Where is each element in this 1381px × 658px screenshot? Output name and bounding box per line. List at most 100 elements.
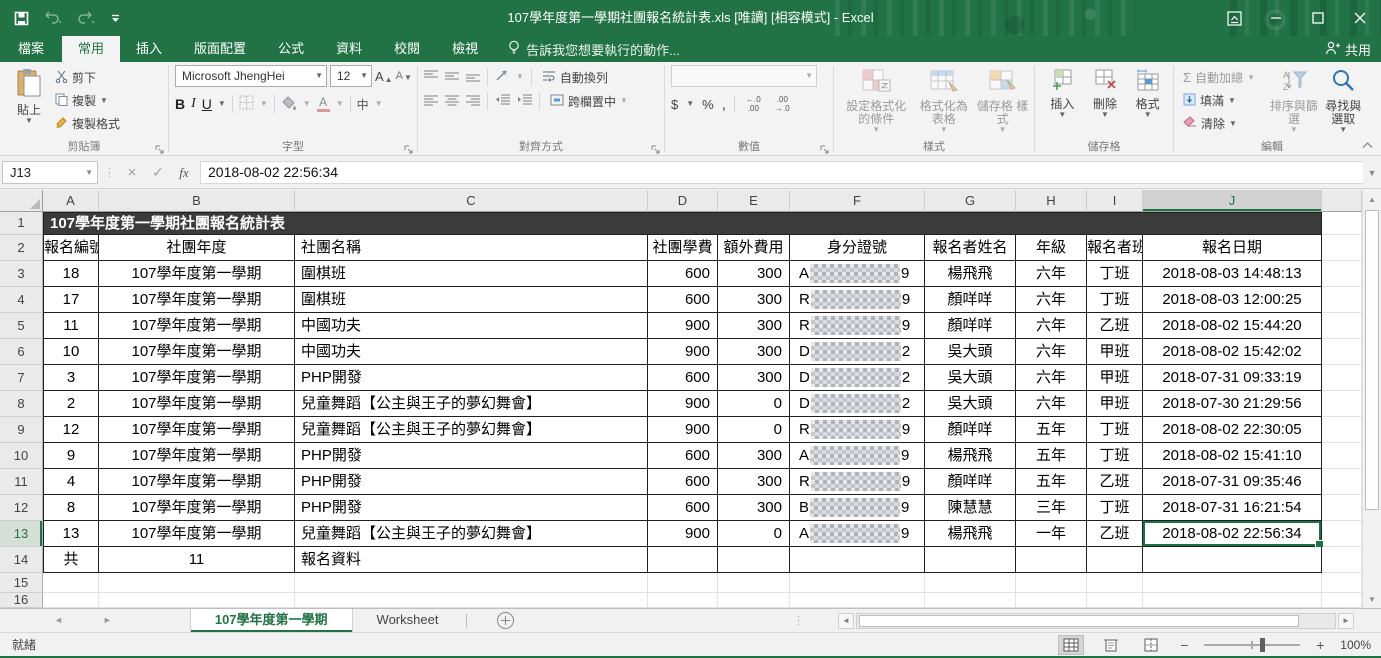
col-header-B[interactable]: B [99, 190, 295, 212]
cell-J2[interactable]: 報名日期 [1143, 235, 1322, 261]
number-dialog-launcher[interactable] [820, 142, 831, 153]
cell-C13[interactable]: 兒童舞蹈【公主與王子的夢幻舞會】 [295, 521, 648, 547]
row-header-2[interactable]: 2 [0, 235, 43, 261]
cell-I6[interactable]: 甲班 [1087, 339, 1143, 365]
cell-E12[interactable]: 300 [718, 495, 790, 521]
merge-center-button[interactable]: 跨欄置中 ▼ [547, 91, 631, 112]
percent-format-button[interactable]: % [702, 97, 714, 112]
row-header-16[interactable]: 16 [0, 593, 43, 608]
align-right-icon[interactable] [466, 93, 480, 109]
cell-H12[interactable]: 三年 [1016, 495, 1087, 521]
save-icon[interactable] [14, 11, 29, 26]
cell-B4[interactable]: 107學年度第一學期 [99, 287, 295, 313]
conditional-formatting-button[interactable]: 設定格式化 的條件 ▼ [840, 65, 912, 139]
cell-J11[interactable]: 2018-07-31 09:35:46 [1143, 469, 1322, 495]
select-all-corner[interactable] [0, 190, 43, 212]
cell-F8[interactable]: D2 [790, 391, 925, 417]
cell-J12[interactable]: 2018-07-31 16:21:54 [1143, 495, 1322, 521]
cell-B12[interactable]: 107學年度第一學期 [99, 495, 295, 521]
undo-icon[interactable] [43, 11, 63, 25]
cell-H10[interactable]: 五年 [1016, 443, 1087, 469]
tell-me-box[interactable]: 告訴我您想要執行的動作... [508, 36, 680, 62]
tab-formulas[interactable]: 公式 [262, 36, 320, 62]
col-header-C[interactable]: C [295, 190, 648, 212]
cell-A12[interactable]: 8 [43, 495, 99, 521]
cell-J4[interactable]: 2018-08-03 12:00:25 [1143, 287, 1322, 313]
col-header-H[interactable]: H [1016, 190, 1087, 212]
cell-B6[interactable]: 107學年度第一學期 [99, 339, 295, 365]
enter-entry-icon[interactable]: ✓ [146, 164, 170, 181]
paste-button[interactable]: 貼上 ▼ [6, 65, 52, 139]
tab-file[interactable]: 檔案 [0, 36, 62, 62]
cell-A15[interactable] [43, 573, 99, 593]
increase-indent-icon[interactable] [517, 93, 532, 109]
cell-I5[interactable]: 乙班 [1087, 313, 1143, 339]
minimize-icon[interactable] [1255, 0, 1297, 36]
maximize-icon[interactable] [1297, 0, 1339, 36]
cell-J16[interactable] [1143, 593, 1322, 608]
horizontal-scrollbar[interactable] [856, 613, 1336, 629]
scroll-down-icon[interactable]: ▼ [1363, 590, 1381, 608]
row-header-14[interactable]: 14 [0, 547, 43, 573]
cell-F15[interactable] [790, 573, 925, 593]
close-icon[interactable] [1339, 0, 1381, 36]
cell-F9[interactable]: R9 [790, 417, 925, 443]
font-name-combo[interactable]: Microsoft JhengHei ▼ [175, 65, 327, 87]
cell-G6[interactable]: 吳大頭 [925, 339, 1016, 365]
share-button[interactable]: 共用 [1325, 40, 1371, 59]
cell-D7[interactable]: 600 [648, 365, 718, 391]
dropdown-arrow-icon[interactable]: ▼ [686, 100, 694, 108]
zoom-level[interactable]: 100% [1340, 638, 1371, 652]
cell-H5[interactable]: 六年 [1016, 313, 1087, 339]
cell-C10[interactable]: PHP開發 [295, 443, 648, 469]
row-header-10[interactable]: 10 [0, 443, 43, 469]
new-sheet-icon[interactable] [497, 612, 514, 629]
cell-F5[interactable]: R9 [790, 313, 925, 339]
cancel-entry-icon[interactable]: × [120, 164, 144, 181]
cell-E6[interactable]: 300 [718, 339, 790, 365]
page-layout-view-icon[interactable] [1098, 635, 1124, 655]
cell-H6[interactable]: 六年 [1016, 339, 1087, 365]
cell-E14[interactable] [718, 547, 790, 573]
fill-color-icon[interactable] [281, 96, 297, 113]
row-header-4[interactable]: 4 [0, 287, 43, 313]
underline-button[interactable]: U [202, 96, 212, 112]
italic-button[interactable]: I [191, 96, 196, 112]
cell-H4[interactable]: 六年 [1016, 287, 1087, 313]
cell-A6[interactable]: 10 [43, 339, 99, 365]
cell-F2[interactable]: 身分證號 [790, 235, 925, 261]
cell-A3[interactable]: 18 [43, 261, 99, 287]
tab-page-layout[interactable]: 版面配置 [178, 36, 262, 62]
cell-D5[interactable]: 900 [648, 313, 718, 339]
align-middle-icon[interactable] [445, 69, 459, 85]
alignment-dialog-launcher[interactable] [651, 142, 662, 153]
row-header-13[interactable]: 13 [0, 521, 43, 547]
hscroll-right-icon[interactable]: ► [1338, 613, 1354, 629]
cell-A5[interactable]: 11 [43, 313, 99, 339]
cell-I10[interactable]: 丁班 [1087, 443, 1143, 469]
clipboard-dialog-launcher[interactable] [155, 142, 166, 153]
row-header-6[interactable]: 6 [0, 339, 43, 365]
cell-I16[interactable] [1087, 593, 1143, 608]
cell-B11[interactable]: 107學年度第一學期 [99, 469, 295, 495]
cell-B13[interactable]: 107學年度第一學期 [99, 521, 295, 547]
cell-J14[interactable] [1143, 547, 1322, 573]
cell-D11[interactable]: 600 [648, 469, 718, 495]
hscroll-left-icon[interactable]: ◄ [838, 613, 854, 629]
cell-G3[interactable]: 楊飛飛 [925, 261, 1016, 287]
cell-H14[interactable] [1016, 547, 1087, 573]
font-size-combo[interactable]: 12 ▼ [330, 65, 372, 87]
cell-C8[interactable]: 兒童舞蹈【公主與王子的夢幻舞會】 [295, 391, 648, 417]
cell-J7[interactable]: 2018-07-31 09:33:19 [1143, 365, 1322, 391]
cell-D12[interactable]: 600 [648, 495, 718, 521]
find-select-button[interactable]: 尋找與選取 ▼ [1320, 65, 1366, 139]
name-box[interactable]: J13 ▼ [2, 161, 98, 184]
cell-C12[interactable]: PHP開發 [295, 495, 648, 521]
cell-G2[interactable]: 報名者姓名 [925, 235, 1016, 261]
cell-B15[interactable] [99, 573, 295, 593]
col-header-A[interactable]: A [43, 190, 99, 212]
cell-G10[interactable]: 楊飛飛 [925, 443, 1016, 469]
currency-format-button[interactable]: $ [671, 97, 678, 112]
cell-D2[interactable]: 社團學費 [648, 235, 718, 261]
page-break-view-icon[interactable] [1138, 635, 1164, 655]
